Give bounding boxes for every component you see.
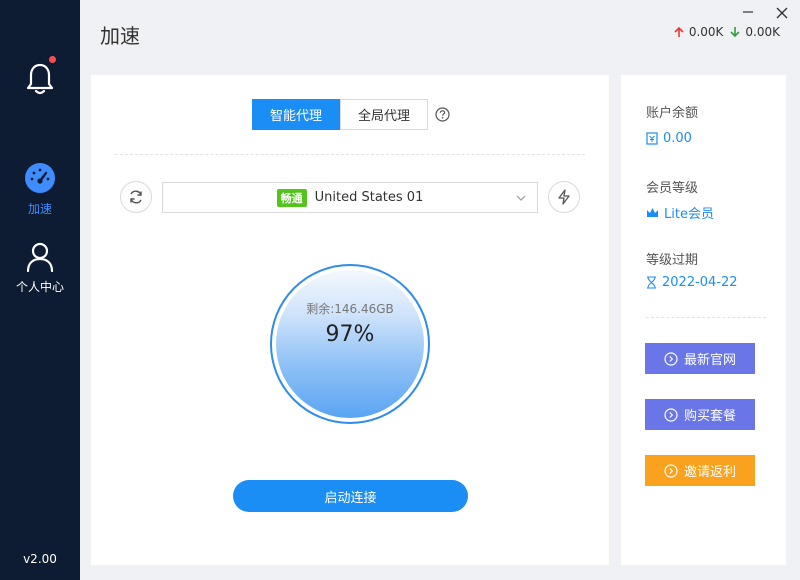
main-panel: 智能代理 全局代理 畅通 United States 01 剩余:146.46G… [91,75,609,565]
official-site-button[interactable]: 最新官网 [645,343,755,374]
chevron-down-icon [516,195,526,201]
status-badge: 畅通 [276,188,307,207]
minimize-button[interactable] [742,2,754,21]
speedometer-icon [25,163,55,193]
server-name: United States 01 [314,190,424,205]
divider [115,154,585,155]
chevron-right-circle-icon [664,407,678,422]
header: 加速 0.00K 0.00K [80,0,800,66]
app-window: 加速 个人中心 v2.00 加速 0.00K 0.00K 智能代理 全局代理 畅… [0,0,800,580]
remaining-traffic: 剩余:146.46GB [306,302,394,316]
download-arrow-icon [730,27,740,38]
balance-label: 账户余额 [646,106,699,121]
crown-icon [647,207,658,217]
upload-speed: 0.00K [688,25,724,39]
question-circle-icon [435,107,450,122]
official-site-label: 最新官网 [683,353,736,368]
close-icon [776,7,788,19]
refresh-icon [130,190,142,204]
help-button[interactable] [435,107,450,126]
bell-icon [26,63,54,95]
hourglass-icon [647,276,656,289]
user-icon [26,242,54,273]
buy-plan-label: 购买套餐 [683,409,736,424]
minimize-icon [743,11,753,13]
divider [646,317,766,318]
expiry-value: 2022-04-22 [646,275,738,290]
tab-smart-proxy[interactable]: 智能代理 [252,99,340,130]
nav-label-user-center: 个人中心 [15,280,64,294]
invite-rebate-label: 邀请返利 [683,465,736,480]
server-select[interactable]: 畅通 United States 01 [162,182,538,213]
page-title: 加速 [100,24,140,48]
nav-item-user-center[interactable]: 个人中心 [0,242,80,295]
notification-dot [49,56,56,63]
close-button[interactable] [776,4,788,23]
level-name: Lite会员 [664,207,714,222]
version-label: v2.00 [23,552,57,566]
expiry-label: 等级过期 [646,253,699,268]
traffic-speed: 0.00K 0.00K [673,25,780,39]
download-speed: 0.00K [745,25,780,39]
level-label: 会员等级 [646,181,699,196]
invite-rebate-button[interactable]: 邀请返利 [645,455,755,486]
buy-plan-button[interactable]: 购买套餐 [645,399,755,430]
traffic-gauge: 剩余:146.46GB 97% [270,264,430,424]
gauge-fill: 剩余:146.46GB 97% [276,270,424,418]
upload-arrow-icon [674,26,684,37]
notification-button[interactable] [25,56,56,96]
chevron-right-circle-icon [664,351,678,366]
balance-value: 0.00 [646,131,692,146]
lightning-icon [558,189,570,205]
proxy-mode-toggle: 智能代理 全局代理 [252,99,428,130]
sidebar: 加速 个人中心 v2.00 [0,0,80,580]
tab-global-proxy[interactable]: 全局代理 [340,99,428,130]
account-panel: 账户余额 0.00 会员等级 Lite会员 等级过期 2022-04-22 最新… [621,75,786,565]
speed-test-button[interactable] [548,181,580,213]
expiry-date: 2022-04-22 [662,275,738,290]
connect-button[interactable]: 启动连接 [233,480,468,512]
nav-label-speed: 加速 [27,202,52,216]
nav-item-speed[interactable]: 加速 [0,162,80,217]
wallet-icon [646,132,658,145]
refresh-button[interactable] [120,181,152,213]
remaining-percent: 97% [325,322,375,347]
chevron-right-circle-icon [664,463,678,478]
level-value: Lite会员 [646,203,714,222]
balance-amount: 0.00 [663,131,692,146]
